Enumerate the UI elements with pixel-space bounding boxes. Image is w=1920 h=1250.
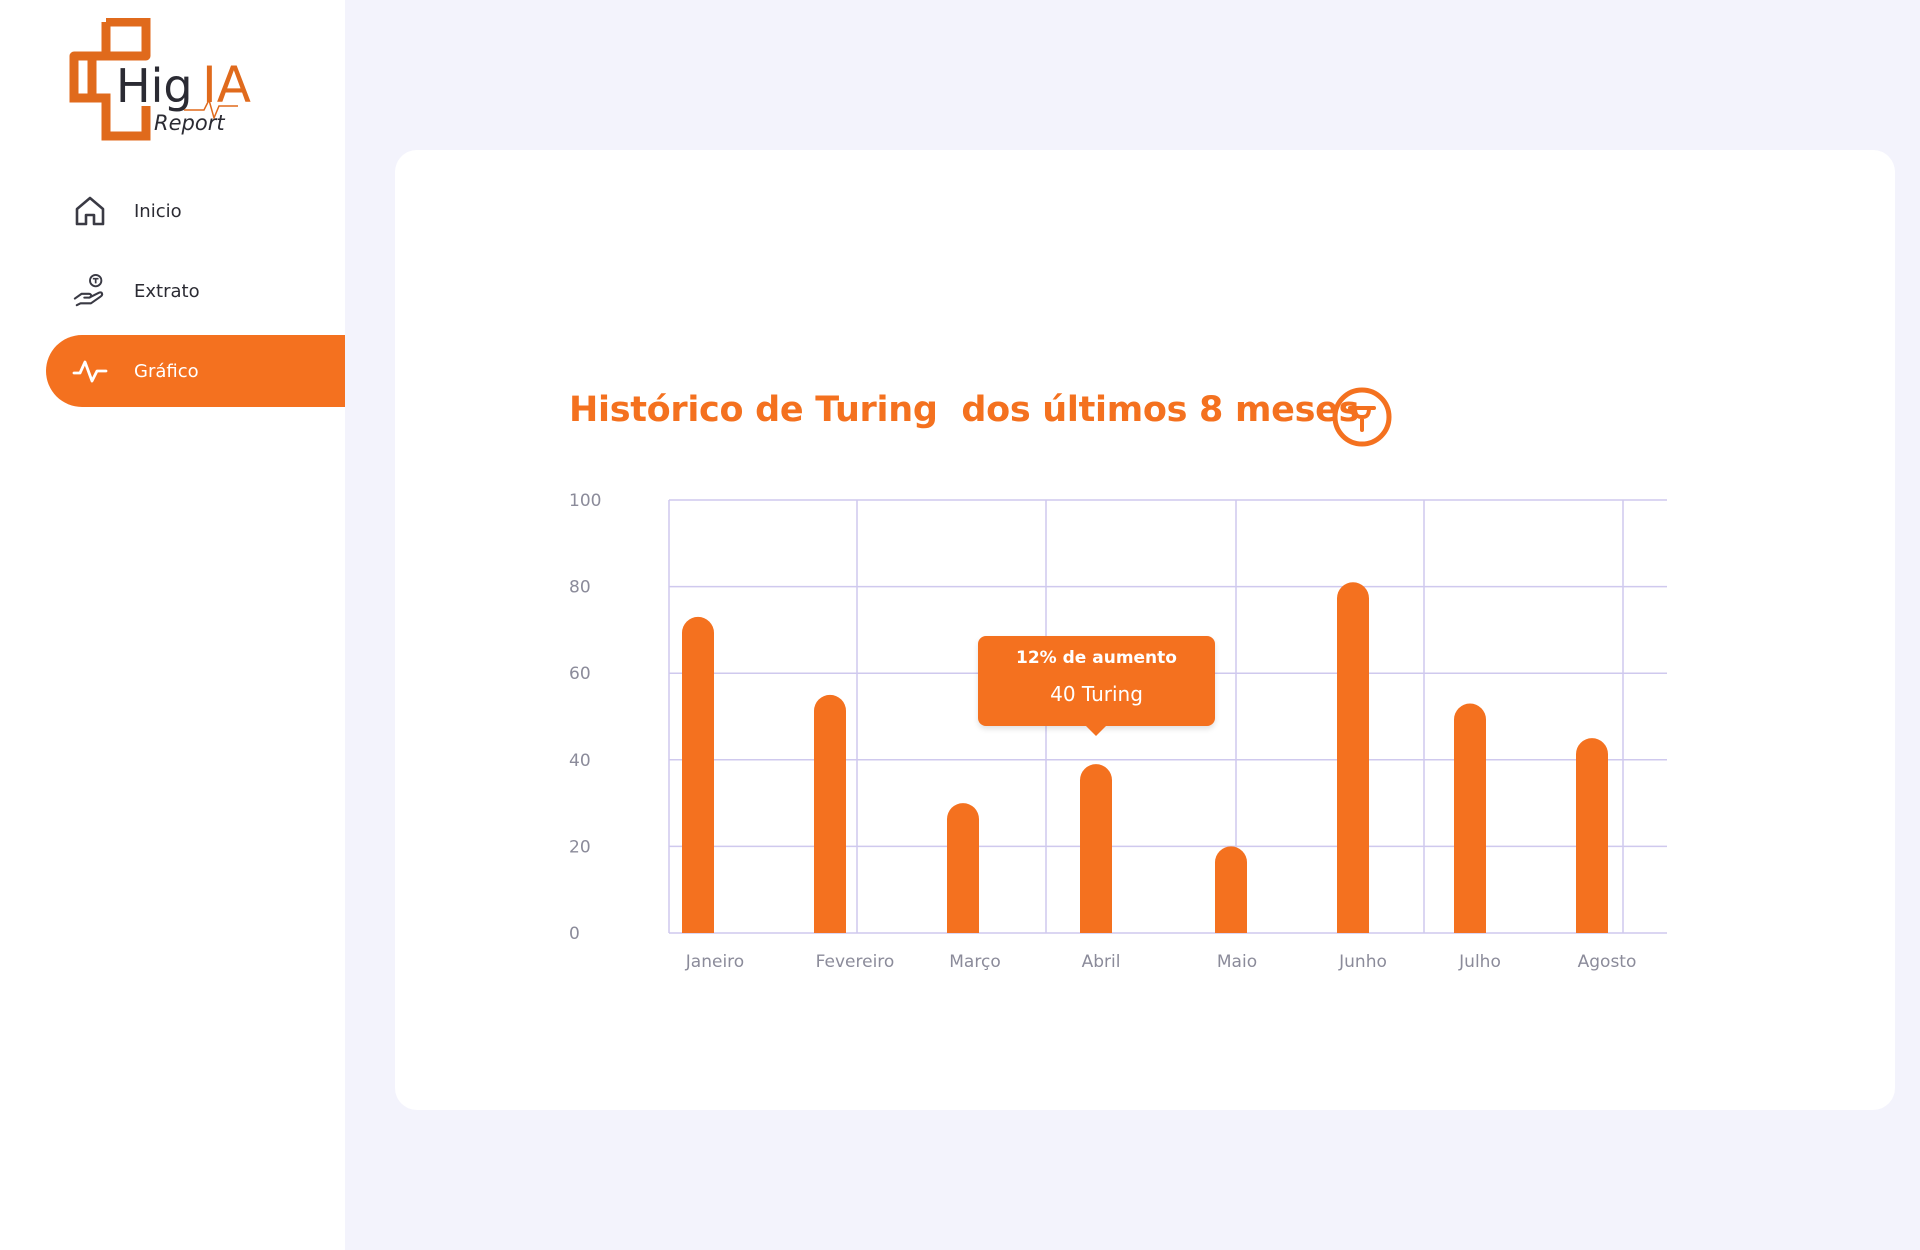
sidebar-item-label: Gráfico bbox=[134, 360, 199, 382]
sidebar-item-label: Extrato bbox=[134, 280, 200, 302]
chart-bar bbox=[1215, 846, 1247, 933]
hand-coin-icon bbox=[72, 273, 108, 309]
chart-bar bbox=[682, 616, 714, 933]
x-tick-label: Agosto bbox=[1578, 952, 1637, 972]
svg-text:Hig: Hig bbox=[116, 59, 193, 113]
activity-icon bbox=[72, 353, 108, 389]
bar-tooltip: 12% de aumento 40 Turing bbox=[978, 636, 1215, 736]
home-icon bbox=[72, 193, 108, 229]
sidebar-item-inicio[interactable]: Inicio bbox=[46, 175, 345, 247]
chart-bar bbox=[1080, 764, 1112, 933]
chart-bar bbox=[814, 694, 846, 933]
chart-bar bbox=[1454, 703, 1486, 933]
x-tick-label: Janeiro bbox=[685, 952, 744, 972]
x-tick-label: Julho bbox=[1458, 952, 1501, 972]
x-tick-label: Março bbox=[949, 952, 1000, 972]
chart-bar bbox=[947, 803, 979, 933]
x-tick-label: Junho bbox=[1338, 952, 1387, 972]
svg-text:Report: Report bbox=[154, 111, 225, 135]
y-tick-label: 60 bbox=[569, 664, 591, 684]
sidebar-item-label: Inicio bbox=[134, 200, 182, 222]
sidebar-item-extrato[interactable]: Extrato bbox=[46, 255, 345, 327]
sidebar: Hig IA Report Inicio Extrato Gráfico bbox=[0, 0, 345, 1250]
x-tick-label: Fevereiro bbox=[816, 952, 895, 972]
tooltip-title: 12% de aumento bbox=[1016, 648, 1177, 668]
chart-card: Histórico de Turing dos últimos 8 meses … bbox=[395, 150, 1895, 1110]
bar-chart: 0 20 40 60 80 100 Janeiro Fevereiro Março Abril Ma… bbox=[569, 491, 1667, 972]
x-tick-label: Maio bbox=[1217, 952, 1257, 972]
app-root: Hig IA Report Inicio Extrato Gráfico His… bbox=[0, 0, 1920, 1250]
sidebar-item-grafico[interactable]: Gráfico bbox=[46, 335, 345, 407]
y-tick-label: 100 bbox=[569, 491, 601, 511]
chart-bar bbox=[1576, 738, 1608, 933]
y-tick-label: 40 bbox=[569, 751, 591, 771]
y-tick-label: 0 bbox=[569, 924, 580, 944]
tooltip-value: 40 Turing bbox=[1050, 682, 1143, 706]
x-tick-label: Abril bbox=[1082, 952, 1121, 972]
y-tick-label: 20 bbox=[569, 837, 591, 857]
chart-bar bbox=[1337, 582, 1369, 933]
y-tick-label: 80 bbox=[569, 578, 591, 598]
higia-logo: Hig IA Report bbox=[66, 17, 256, 143]
